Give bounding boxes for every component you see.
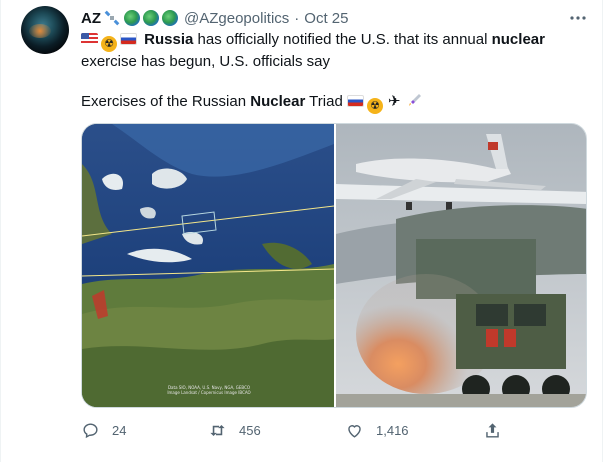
airplane-icon: ✈ [387,93,401,110]
globe-icon [124,10,140,26]
media-gallery[interactable]: Data SIO, NOAA, U.S. Navy, NGA, GEBCO Im… [81,123,587,408]
map-image[interactable]: Data SIO, NOAA, U.S. Navy, NGA, GEBCO Im… [82,124,334,407]
share-icon [486,422,499,438]
tweet-line-3: Exercises of the Russian Nuclear Triad ☢… [81,92,591,114]
tweet-timestamp[interactable]: Oct 25 [304,10,348,27]
reply-button[interactable]: 24 [81,418,126,442]
globe-icon [143,10,159,26]
avatar-earth-glow [29,24,51,38]
text-segment: Exercises of the Russian [81,93,251,110]
radioactive-icon: ☢ [101,36,117,52]
text-segment: Triad [305,93,347,110]
like-count: 1,416 [376,422,409,438]
bold-russia: Russia [144,31,194,48]
separator-dot: · [294,9,300,27]
arctic-map-illustration [82,124,334,407]
author-name[interactable]: AZ [81,10,101,27]
satellite-icon [103,9,121,27]
tweet-header: AZ @AZgeopolitics · Oct 25 [81,8,348,28]
heart-icon [348,424,361,438]
tweet-line-2: exercise has begun, U.S. officials say [81,53,331,70]
reply-icon [83,422,98,438]
bold-nuclear: nuclear [491,31,545,48]
tweet-line-1: ☢ Russia has officially notified the U.S… [81,30,591,52]
like-button[interactable]: 1,416 [345,418,409,442]
radioactive-icon: ☢ [366,98,383,114]
tweet-actions: 24 456 1,416 [73,418,523,442]
retweet-icon [210,424,225,436]
russia-flag-icon [120,33,137,45]
russia-flag-icon [346,95,364,107]
avatar[interactable] [21,6,69,54]
text-segment: has officially notified the U.S. that it… [193,31,492,48]
share-button[interactable] [483,418,502,442]
more-options-button[interactable] [568,8,588,28]
globe-icon [162,10,178,26]
us-flag-icon [81,33,98,45]
retweet-button[interactable]: 456 [208,418,261,442]
author-handle[interactable]: @AZgeopolitics [184,10,289,27]
bomber-missile-image[interactable] [336,124,586,407]
tweet-text: ☢ Russia has officially notified the U.S… [81,30,591,114]
bomber-and-missile-illustration [336,124,586,407]
tweet-card[interactable]: AZ @AZgeopolitics · Oct 25 ☢ Russia has … [0,0,603,462]
bold-nuclear-2: Nuclear [250,93,306,110]
more-icon [570,16,586,20]
reply-count: 24 [112,422,127,438]
map-attribution: Data SIO, NOAA, U.S. Navy, NGA, GEBCO Im… [167,385,251,395]
retweet-count: 456 [239,422,261,438]
rocket-icon [403,93,423,110]
